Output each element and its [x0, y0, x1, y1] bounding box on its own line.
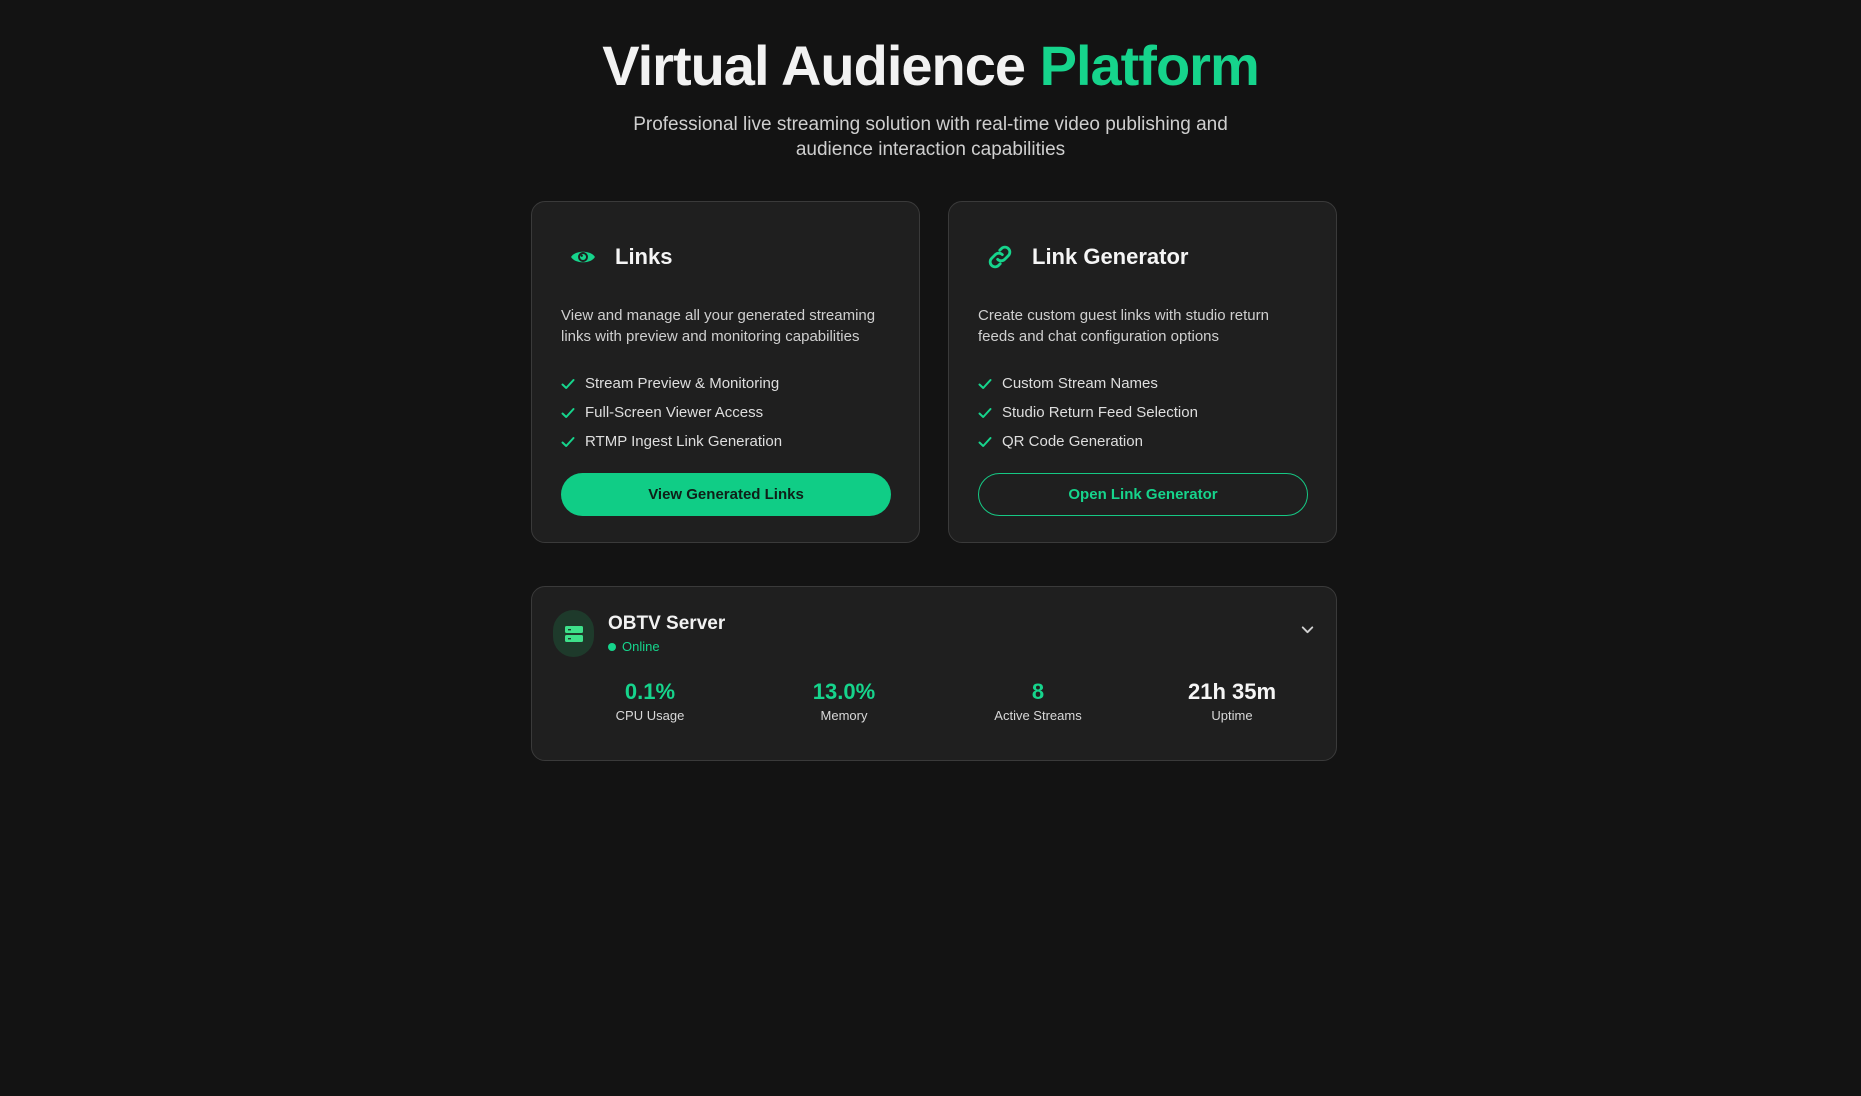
feature-label: Full-Screen Viewer Access [585, 404, 764, 421]
stat-value: 21h 35m [1187, 679, 1277, 704]
check-icon [978, 436, 992, 447]
check-icon [561, 378, 575, 389]
stat-value: 8 [1031, 679, 1045, 704]
check-icon [978, 407, 992, 418]
links-card-description: View and manage all your generated strea… [561, 307, 876, 345]
view-generated-links-button[interactable]: View Generated Links [561, 473, 891, 516]
server-icon [553, 610, 594, 657]
stat-uptime: 21h 35m Uptime [1135, 679, 1329, 723]
check-icon [561, 436, 575, 447]
hero: Virtual Audience Platform Professional l… [0, 0, 1861, 162]
feature-label: RTMP Ingest Link Generation [585, 433, 783, 450]
list-item: RTMP Ingest Link Generation [561, 427, 890, 456]
stat-active-streams: 8 Active Streams [941, 679, 1135, 723]
server-name: OBTV Server [608, 613, 726, 634]
feature-label: Studio Return Feed Selection [1002, 404, 1198, 421]
page-title: Virtual Audience Platform [0, 36, 1861, 96]
open-link-generator-button[interactable]: Open Link Generator [978, 473, 1308, 516]
links-card: Links View and manage all your generated… [531, 201, 920, 543]
list-item: Stream Preview & Monitoring [561, 369, 890, 398]
stat-label: Uptime [1211, 708, 1253, 723]
link-icon [978, 235, 1022, 279]
link-generator-card: Link Generator Create custom guest links… [948, 201, 1337, 543]
eye-icon [561, 235, 605, 279]
link-generator-card-description: Create custom guest links with studio re… [978, 307, 1269, 345]
link-generator-card-title: Link Generator [1032, 244, 1189, 269]
page-subtitle: Professional live streaming solution wit… [633, 114, 1228, 160]
feature-label: Custom Stream Names [1002, 375, 1158, 392]
page-title-main: Virtual Audience [602, 34, 1040, 97]
links-feature-list: Stream Preview & Monitoring Full-Screen … [561, 369, 890, 456]
status-badge: Online [608, 639, 725, 654]
list-item: QR Code Generation [978, 427, 1307, 456]
page-title-accent: Platform [1039, 34, 1260, 97]
server-status-panel[interactable]: OBTV Server Online 0.1% CPU Usage 13.0% … [531, 586, 1337, 761]
feature-cards: Links View and manage all your generated… [531, 201, 1337, 543]
stat-value: 0.1% [624, 679, 676, 704]
stat-label: CPU Usage [615, 708, 685, 723]
stat-memory: 13.0% Memory [747, 679, 941, 723]
list-item: Full-Screen Viewer Access [561, 398, 890, 427]
chevron-down-icon[interactable] [1299, 621, 1316, 643]
status-dot-icon [608, 642, 616, 651]
feature-label: Stream Preview & Monitoring [585, 375, 780, 392]
link-generator-feature-list: Custom Stream Names Studio Return Feed S… [978, 369, 1307, 456]
feature-label: QR Code Generation [1002, 433, 1143, 450]
check-icon [561, 407, 575, 418]
links-card-title: Links [615, 244, 673, 269]
stat-cpu: 0.1% CPU Usage [553, 679, 747, 723]
list-item: Studio Return Feed Selection [978, 398, 1307, 427]
check-icon [978, 378, 992, 389]
stat-label: Memory [820, 708, 868, 723]
list-item: Custom Stream Names [978, 369, 1307, 398]
stat-label: Active Streams [994, 708, 1082, 723]
stat-value: 13.0% [812, 679, 876, 704]
status-label: Online [622, 639, 660, 654]
server-stats: 0.1% CPU Usage 13.0% Memory 8 Active Str… [553, 679, 1329, 723]
